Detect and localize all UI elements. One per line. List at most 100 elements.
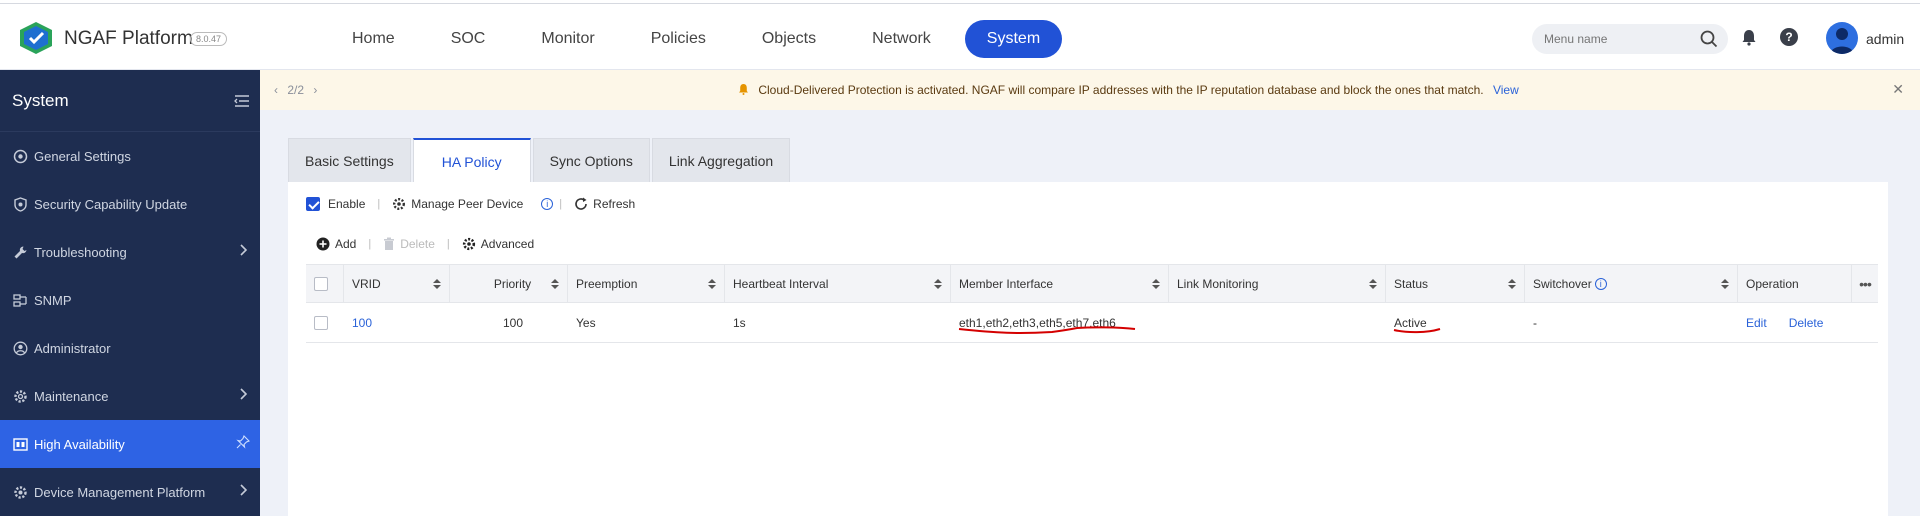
row-select-cell <box>306 303 344 342</box>
column-settings[interactable]: ••• <box>1852 265 1878 302</box>
col-vrid[interactable]: VRID <box>344 265 450 302</box>
sidebar-item-general-settings[interactable]: General Settings <box>0 132 260 180</box>
help-icon[interactable]: ? <box>1780 28 1798 46</box>
col-priority[interactable]: Priority <box>450 265 568 302</box>
separator: | <box>446 238 450 250</box>
heartbeat-value: 1s <box>733 315 746 330</box>
info-icon[interactable]: i <box>1594 277 1607 290</box>
col-member-interface[interactable]: Member Interface <box>951 265 1169 302</box>
nav-objects[interactable]: Objects <box>740 20 838 58</box>
sidebar-item-label: Device Management Platform <box>34 484 206 500</box>
col-preemption[interactable]: Preemption <box>568 265 725 302</box>
nav-home[interactable]: Home <box>330 20 417 58</box>
manage-peer-device-button[interactable]: Manage Peer Device <box>392 197 523 211</box>
sidebar-item-label: General Settings <box>34 148 131 164</box>
sidebar-item-high-availability[interactable]: High Availability <box>0 420 260 468</box>
sort-icon[interactable] <box>433 279 441 289</box>
red-underline-annotation <box>958 326 1136 334</box>
close-icon[interactable]: ✕ <box>1892 81 1904 98</box>
more-icon[interactable]: ••• <box>1859 276 1872 292</box>
sort-icon[interactable] <box>934 279 942 289</box>
separator: | <box>559 198 563 210</box>
cell-link-monitoring <box>1169 303 1386 342</box>
avatar[interactable] <box>1826 22 1858 54</box>
col-priority-label: Priority <box>493 276 532 291</box>
cell-heartbeat: 1s <box>725 303 951 342</box>
trash-icon <box>384 237 395 250</box>
bell-icon <box>739 84 748 95</box>
delete-label: Delete <box>400 237 435 251</box>
sidebar-item-security-capability-update[interactable]: Security Capability Update <box>0 180 260 228</box>
sidebar-item-snmp[interactable]: SNMP <box>0 276 260 324</box>
col-heartbeat-interval[interactable]: Heartbeat Interval <box>725 265 951 302</box>
sidebar-item-label: Troubleshooting <box>34 244 127 260</box>
chevron-right-icon <box>240 484 248 496</box>
refresh-button[interactable]: Refresh <box>574 197 635 211</box>
nav-policies[interactable]: Policies <box>629 20 728 58</box>
col-member-interface-label: Member Interface <box>959 276 1054 291</box>
collapse-menu-icon[interactable] <box>234 94 250 108</box>
search-icon[interactable] <box>1700 30 1718 48</box>
sort-icon[interactable] <box>1152 279 1160 289</box>
table-row[interactable]: 100 100 Yes 1s eth1,eth2,eth3,eth5,eth7,… <box>306 303 1878 343</box>
menu-search <box>1532 24 1728 54</box>
notification-bell-icon[interactable] <box>1740 28 1758 46</box>
prev-notice-icon[interactable]: ‹ <box>274 83 278 97</box>
version-badge: 8.0.47 <box>190 32 228 46</box>
col-status[interactable]: Status <box>1386 265 1525 302</box>
sort-icon[interactable] <box>1508 279 1516 289</box>
edit-link[interactable]: Edit <box>1746 316 1767 330</box>
ngaf-logo-icon <box>20 22 52 54</box>
nav-monitor[interactable]: Monitor <box>519 20 616 58</box>
col-status-label: Status <box>1394 276 1429 291</box>
info-icon[interactable]: i <box>541 198 554 210</box>
col-link-monitoring-label: Link Monitoring <box>1177 276 1259 291</box>
sidebar-item-maintenance[interactable]: Maintenance <box>0 372 260 420</box>
tab-basic-settings[interactable]: Basic Settings <box>288 138 411 182</box>
sidebar-item-device-management-platform[interactable]: Device Management Platform <box>0 468 260 516</box>
next-notice-icon[interactable]: › <box>313 83 317 97</box>
sort-icon[interactable] <box>551 279 559 289</box>
separator: | <box>368 238 372 250</box>
sort-icon[interactable] <box>1721 279 1729 289</box>
delete-link[interactable]: Delete <box>1789 316 1824 330</box>
sort-icon[interactable] <box>708 279 716 289</box>
add-button[interactable]: Add <box>316 237 356 251</box>
notice-view-link[interactable]: View <box>1493 83 1519 97</box>
notice-bar: ‹ 2/2 › Cloud-Delivered Protection is ac… <box>260 70 1920 110</box>
nav-soc[interactable]: SOC <box>429 20 508 58</box>
sidebar-title-text: System <box>12 91 69 110</box>
pin-icon[interactable] <box>236 435 250 449</box>
advanced-button[interactable]: Advanced <box>462 237 534 251</box>
delete-button[interactable]: Delete <box>383 237 435 251</box>
col-operation-label: Operation <box>1746 276 1799 291</box>
row-checkbox[interactable] <box>314 315 328 330</box>
browser-edge <box>0 0 1920 4</box>
select-all-checkbox[interactable] <box>314 276 328 291</box>
sidebar-item-troubleshooting[interactable]: Troubleshooting <box>0 228 260 276</box>
tab-ha-policy[interactable]: HA Policy <box>412 138 531 182</box>
col-link-monitoring[interactable]: Link Monitoring <box>1169 265 1386 302</box>
nav-system[interactable]: System <box>964 20 1063 58</box>
network-icon <box>12 292 28 308</box>
ha-toolbar: Enable | Manage Peer Device i | Refresh <box>306 194 635 214</box>
ha-policy-panel: Enable | Manage Peer Device i | Refresh … <box>288 182 1888 516</box>
chevron-right-icon <box>240 388 248 400</box>
tab-link-aggregation[interactable]: Link Aggregation <box>651 138 791 182</box>
sidebar-item-administrator[interactable]: Administrator <box>0 324 260 372</box>
tab-sync-options[interactable]: Sync Options <box>532 138 650 182</box>
manage-peer-label: Manage Peer Device <box>411 197 524 211</box>
username[interactable]: admin <box>1866 31 1904 47</box>
notice-text: Cloud-Delivered Protection is activated.… <box>758 83 1484 97</box>
col-switchover[interactable]: Switchover i <box>1525 265 1738 302</box>
vrid-link[interactable]: 100 <box>352 316 372 330</box>
enable-checkbox[interactable] <box>306 197 320 211</box>
sort-icon[interactable] <box>1369 279 1377 289</box>
menu-search-input[interactable] <box>1532 24 1682 54</box>
nav-network[interactable]: Network <box>850 20 953 58</box>
main-content: Basic Settings HA Policy Sync Options Li… <box>288 138 1920 516</box>
sidebar-item-label: SNMP <box>34 292 72 308</box>
col-heartbeat-label: Heartbeat Interval <box>733 276 829 291</box>
ha-icon <box>12 436 28 452</box>
sidebar-item-label: Security Capability Update <box>34 196 188 212</box>
